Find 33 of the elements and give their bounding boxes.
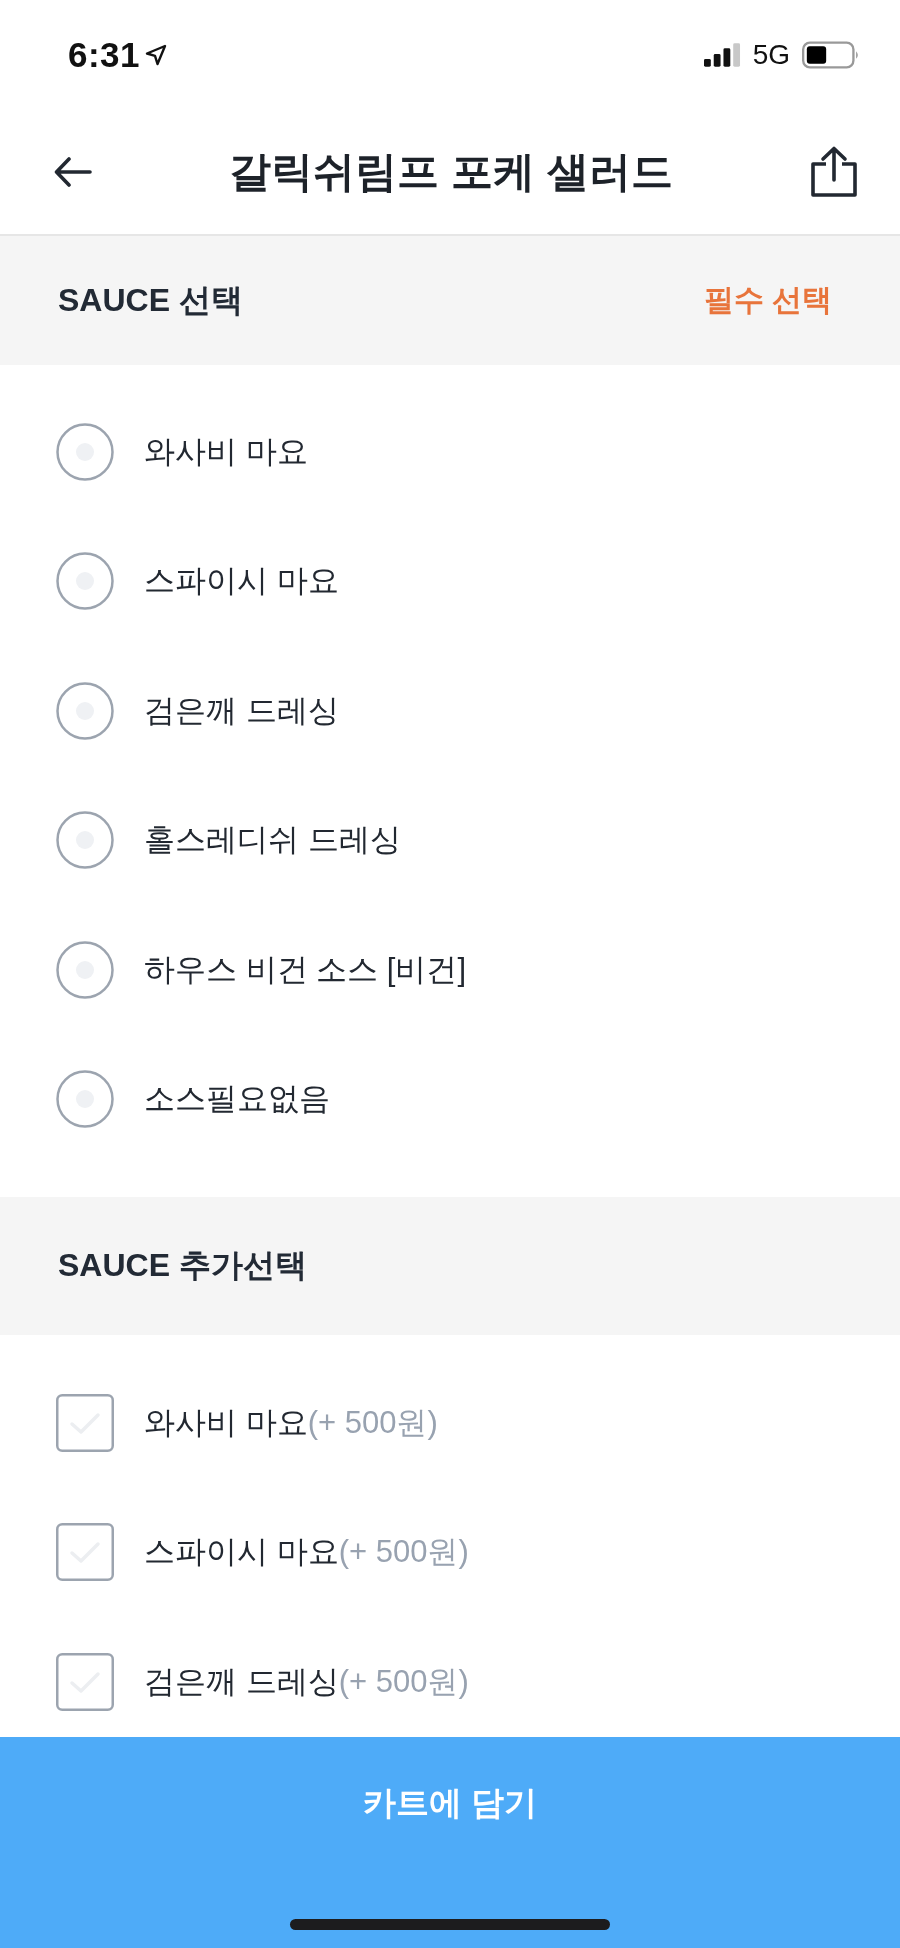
option-label: 검은깨 드레싱 — [144, 1662, 339, 1701]
radio-button[interactable] — [56, 681, 114, 740]
signal-icon — [703, 43, 741, 67]
option-label: 검은깨 드레싱 — [144, 691, 339, 730]
option-price: (+ 500원) — [307, 1403, 438, 1442]
option-label: 홀스레디쉬 드레싱 — [144, 821, 401, 860]
option-label: 와사비 마요 — [144, 432, 308, 471]
status-time: 6:31 — [68, 35, 141, 75]
option-label: 하우스 비건 소스 [비건] — [144, 950, 467, 989]
radio-button[interactable] — [56, 811, 114, 870]
section-title: SAUCE 추가선택 — [58, 1246, 307, 1285]
checkbox[interactable] — [56, 1652, 114, 1711]
option-label: 소스필요없음 — [144, 1080, 330, 1119]
option-label: 와사비 마요 — [144, 1403, 308, 1442]
page-title: 갈릭쉬림프 포케 샐러드 — [229, 147, 673, 197]
section-title: SAUCE 선택 — [58, 280, 243, 320]
required-label: 필수 선택 — [703, 282, 832, 318]
option-label: 스파이시 마요 — [144, 562, 339, 601]
network-label: 5G — [752, 39, 790, 71]
arrow-left-icon — [54, 157, 92, 187]
option-price: (+ 500원) — [338, 1662, 469, 1701]
share-icon — [810, 146, 858, 198]
radio-button[interactable] — [56, 940, 114, 999]
radio-button[interactable] — [56, 422, 114, 481]
radio-button[interactable] — [56, 1070, 114, 1129]
option-price: (+ 500원) — [338, 1533, 469, 1572]
battery-icon — [802, 41, 860, 69]
checkbox[interactable] — [56, 1523, 114, 1582]
radio-button[interactable] — [56, 552, 114, 611]
location-arrow-icon — [144, 43, 169, 67]
option-label: 스파이시 마요 — [144, 1533, 339, 1572]
add-to-cart-button[interactable]: 카트에 담기 — [0, 1737, 900, 1869]
checkbox[interactable] — [56, 1393, 114, 1452]
